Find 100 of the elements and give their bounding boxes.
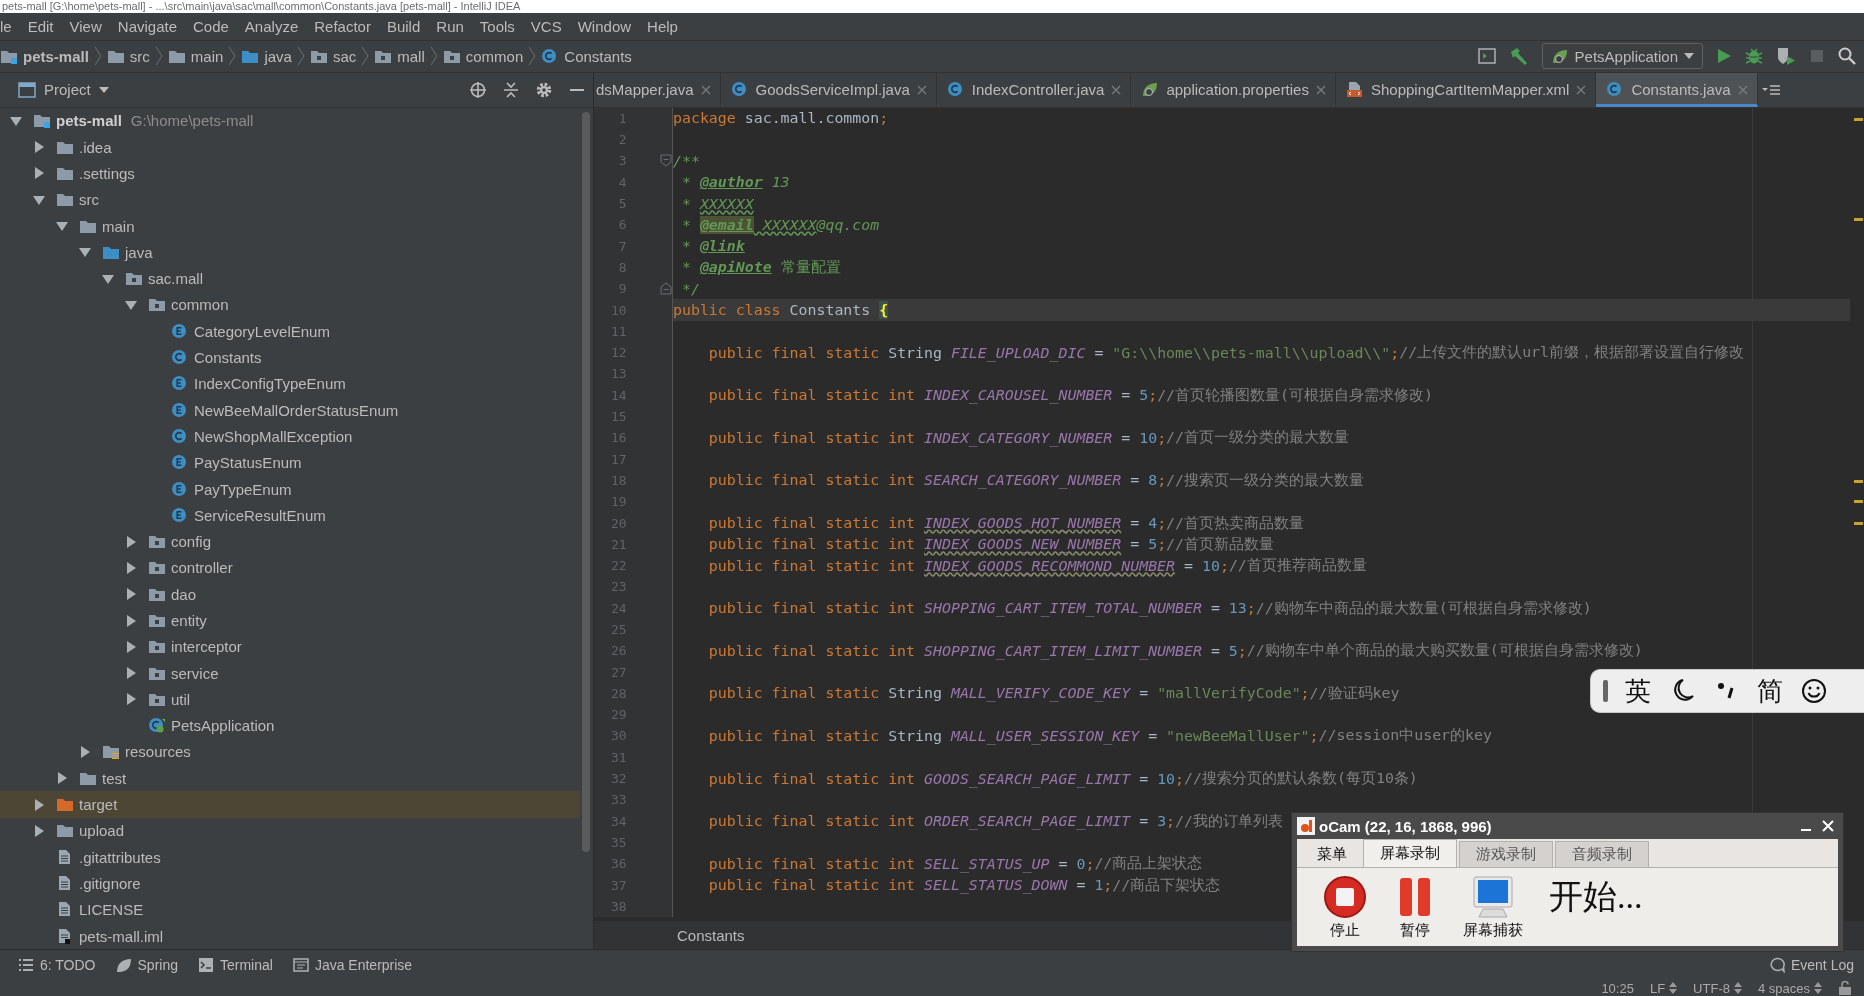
error-stripe-mark[interactable] xyxy=(1854,521,1863,525)
record-control-button[interactable]: 屏幕捕获 xyxy=(1463,874,1523,940)
tree-item[interactable]: .idea xyxy=(0,134,580,161)
editor-tab[interactable]: dsMapper.java xyxy=(594,72,721,107)
tree-item[interactable]: interceptor xyxy=(0,633,580,660)
tree-item[interactable]: pets-mall G:\home\pets-mall xyxy=(0,107,580,134)
crosshair-icon[interactable] xyxy=(469,80,487,99)
tab[interactable]: 音频录制 xyxy=(1555,841,1649,867)
tree-item[interactable]: IndexConfigTypeEnum xyxy=(0,370,580,397)
editor-tab[interactable]: IndexController.java xyxy=(936,72,1132,107)
tree-item[interactable]: PayTypeEnum xyxy=(0,475,580,503)
caret-icon[interactable] xyxy=(33,167,45,180)
record-control-button[interactable]: 停止 xyxy=(1323,874,1367,940)
status-item[interactable]: LF xyxy=(1649,980,1678,996)
tree-item[interactable]: src xyxy=(0,186,580,213)
caret-icon[interactable] xyxy=(79,746,91,758)
error-stripe-mark[interactable] xyxy=(1854,479,1863,483)
caret-icon[interactable] xyxy=(79,246,91,259)
tab-list-icon[interactable] xyxy=(1761,82,1780,97)
event-log-button[interactable]: Event Log xyxy=(1768,957,1854,974)
scrollbar-thumb[interactable] xyxy=(582,111,590,852)
lock-icon[interactable] xyxy=(1838,981,1852,996)
menu-item[interactable]: Window xyxy=(569,17,640,35)
menu-item[interactable]: Help xyxy=(639,17,686,35)
caret-icon[interactable] xyxy=(56,220,68,233)
tree-item[interactable]: NewBeeMallOrderStatusEnum xyxy=(0,397,580,424)
tool-window-button[interactable]: Terminal xyxy=(198,957,273,974)
status-item[interactable]: 10:25 xyxy=(1601,980,1634,996)
tree-item[interactable]: PayStatusEnum xyxy=(0,449,580,476)
tree-item[interactable]: main xyxy=(0,212,580,240)
run-icon[interactable] xyxy=(1716,48,1732,65)
coverage-icon[interactable] xyxy=(1776,47,1796,66)
drag-handle-icon[interactable] xyxy=(1603,680,1609,702)
menu-item[interactable]: Tools xyxy=(471,17,523,35)
tree-item[interactable]: pets-mall.iml xyxy=(0,922,580,950)
run-configuration-dropdown[interactable]: PetsApplication xyxy=(1541,43,1703,70)
tree-item[interactable]: common xyxy=(0,291,580,319)
breadcrumb-item[interactable]: java xyxy=(241,47,292,65)
tree-item[interactable]: NewShopMallException xyxy=(0,423,580,450)
breadcrumb-item[interactable]: pets-mall xyxy=(0,47,89,65)
bug-icon[interactable] xyxy=(1745,47,1763,66)
tool-window-button[interactable]: 6: TODO xyxy=(18,957,96,974)
tree-item[interactable]: resources xyxy=(0,738,580,766)
caret-icon[interactable] xyxy=(125,640,137,653)
hammer-icon[interactable] xyxy=(1508,47,1529,66)
tree-item[interactable]: .gitignore xyxy=(0,870,580,897)
status-item[interactable]: UTF-8 xyxy=(1693,980,1742,996)
tree-item[interactable]: target xyxy=(0,791,580,818)
menu-item[interactable]: Edit xyxy=(19,17,62,35)
tree-item[interactable]: java xyxy=(0,239,580,266)
caret-icon[interactable] xyxy=(102,272,114,285)
editor-tab[interactable]: application.properties xyxy=(1131,72,1336,107)
tree-item[interactable]: LICENSE xyxy=(0,896,580,923)
caret-icon[interactable] xyxy=(125,298,137,311)
caret-icon[interactable] xyxy=(33,798,45,811)
menu-item[interactable]: Run xyxy=(428,17,472,35)
collapse-all-icon[interactable] xyxy=(503,80,519,99)
error-stripe-mark[interactable] xyxy=(1854,499,1863,503)
fold-icon[interactable] xyxy=(660,282,672,296)
breadcrumb-item[interactable]: mall xyxy=(374,47,425,65)
fold-icon[interactable] xyxy=(660,154,672,168)
editor-tab[interactable]: Constants.java xyxy=(1596,72,1758,107)
breadcrumb-item[interactable]: main xyxy=(167,47,224,65)
smiley-icon[interactable] xyxy=(1801,678,1827,704)
menu-item[interactable]: le xyxy=(0,17,20,35)
caret-icon[interactable] xyxy=(33,193,45,206)
caret-icon[interactable] xyxy=(125,667,137,680)
status-item[interactable]: 4 spaces xyxy=(1757,980,1822,996)
tool-window-button[interactable]: Java Enterprise xyxy=(292,957,413,974)
menu-item[interactable]: View xyxy=(61,17,110,35)
menu-item[interactable]: Code xyxy=(185,17,237,35)
menu-item[interactable]: Navigate xyxy=(109,17,185,35)
caret-icon[interactable] xyxy=(56,772,68,785)
breadcrumb-item[interactable]: src xyxy=(106,47,150,65)
run-window-icon[interactable] xyxy=(1477,48,1496,65)
tool-window-button[interactable]: Spring xyxy=(115,957,178,974)
tree-item[interactable]: controller xyxy=(0,554,580,582)
menu-item[interactable]: Analyze xyxy=(236,17,307,35)
tree-item[interactable]: config xyxy=(0,528,580,555)
input-mode-button[interactable]: 简 xyxy=(1757,676,1783,706)
tree-item[interactable]: Constants xyxy=(0,344,580,371)
tree-item[interactable]: entity xyxy=(0,607,580,634)
tree-item[interactable]: ServiceResultEnum xyxy=(0,502,580,529)
menu-item[interactable]: VCS xyxy=(522,17,570,35)
menu-item[interactable]: Refactor xyxy=(306,17,379,35)
caret-icon[interactable] xyxy=(125,535,137,548)
tree-item[interactable]: dao xyxy=(0,581,580,608)
tree-item[interactable]: test xyxy=(0,765,580,792)
tree-item[interactable]: service xyxy=(0,659,580,687)
caret-icon[interactable] xyxy=(10,114,22,127)
tree-item[interactable]: CategoryLevelEnum xyxy=(0,318,580,345)
caret-icon[interactable] xyxy=(125,614,137,627)
tab[interactable]: 屏幕录制 xyxy=(1363,839,1457,867)
breadcrumb-item[interactable]: common xyxy=(442,47,524,65)
menu-item[interactable]: Build xyxy=(378,17,429,35)
tree-item[interactable]: sac.mall xyxy=(0,265,580,292)
caret-icon[interactable] xyxy=(125,588,137,601)
breadcrumb-item[interactable]: Constants xyxy=(677,927,745,945)
search-icon[interactable] xyxy=(1838,47,1856,66)
tree-item[interactable]: .gitattributes xyxy=(0,844,580,871)
